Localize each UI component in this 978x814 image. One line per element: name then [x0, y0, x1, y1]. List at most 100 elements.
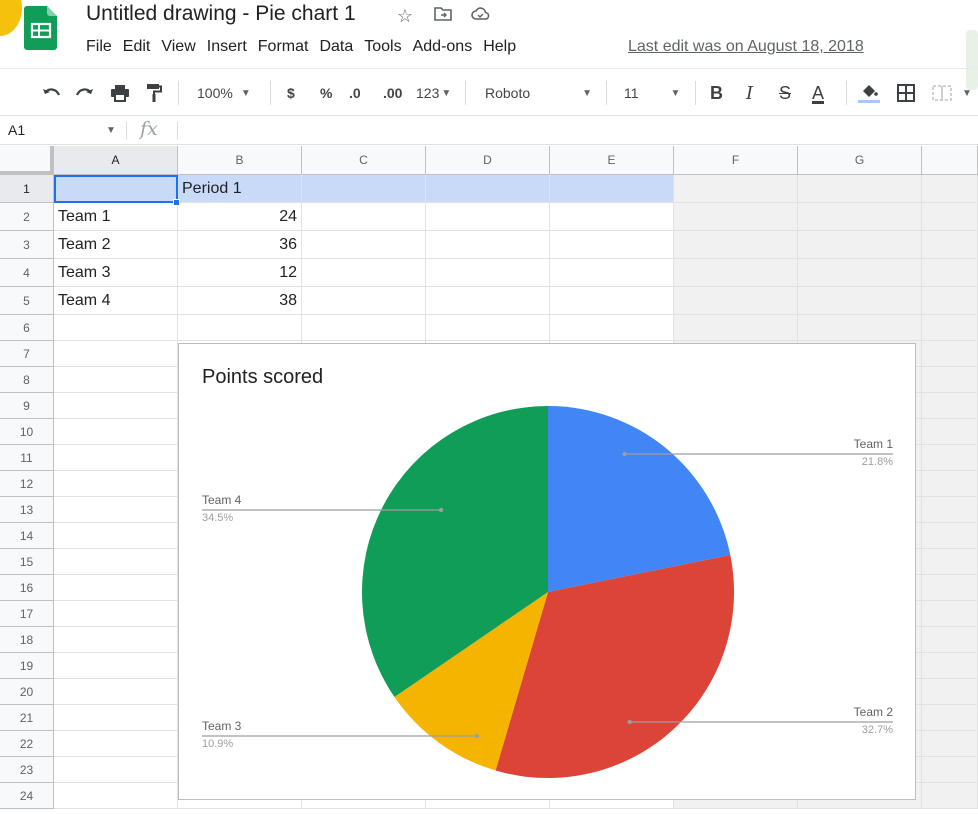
row-header-1[interactable]: 1	[0, 175, 54, 203]
cell-a22[interactable]	[54, 731, 178, 757]
cell-b2[interactable]: 24	[178, 203, 302, 231]
column-header-c[interactable]: C	[302, 146, 426, 175]
name-box[interactable]: A1	[8, 122, 25, 138]
menu-data[interactable]: Data	[319, 38, 360, 56]
cell-a3[interactable]: Team 2	[54, 231, 178, 259]
cell-h7[interactable]	[922, 341, 978, 367]
cell-d4[interactable]	[426, 259, 550, 287]
menu-tools[interactable]: Tools	[364, 38, 408, 56]
pie-chart[interactable]: Points scored Team 1 21.8% Team 2 32.7% Team…	[178, 343, 916, 800]
cell-b3[interactable]: 36	[178, 231, 302, 259]
print-icon[interactable]	[110, 81, 130, 105]
row-header-22[interactable]: 22	[0, 731, 54, 757]
cell-d5[interactable]	[426, 287, 550, 315]
cell-e1[interactable]	[550, 175, 674, 203]
cell-e2[interactable]	[550, 203, 674, 231]
cell-f1[interactable]	[674, 175, 798, 203]
row-header-13[interactable]: 13	[0, 497, 54, 523]
cell-h1[interactable]	[922, 175, 978, 203]
row-header-6[interactable]: 6	[0, 315, 54, 341]
cell-a18[interactable]	[54, 627, 178, 653]
row-header-17[interactable]: 17	[0, 601, 54, 627]
cell-h18[interactable]	[922, 627, 978, 653]
currency-format-button[interactable]: $	[287, 81, 295, 105]
cell-a11[interactable]	[54, 445, 178, 471]
cell-h10[interactable]	[922, 419, 978, 445]
cell-b5[interactable]: 38	[178, 287, 302, 315]
row-header-9[interactable]: 9	[0, 393, 54, 419]
column-header-g[interactable]: G	[798, 146, 922, 175]
cell-h20[interactable]	[922, 679, 978, 705]
row-header-23[interactable]: 23	[0, 757, 54, 783]
cell-a12[interactable]	[54, 471, 178, 497]
more-tools-chevron-icon[interactable]: ▼	[962, 81, 972, 105]
menu-edit[interactable]: Edit	[123, 38, 158, 56]
cell-h15[interactable]	[922, 549, 978, 575]
font-family-select[interactable]: Roboto ▼	[485, 81, 592, 105]
cell-a20[interactable]	[54, 679, 178, 705]
cell-h21[interactable]	[922, 705, 978, 731]
fill-color-icon[interactable]	[858, 81, 880, 105]
row-header-10[interactable]: 10	[0, 419, 54, 445]
cell-h11[interactable]	[922, 445, 978, 471]
chevron-down-icon[interactable]: ▼	[106, 125, 116, 136]
cell-h9[interactable]	[922, 393, 978, 419]
cell-b1[interactable]: Period 1	[178, 175, 302, 203]
row-header-5[interactable]: 5	[0, 287, 54, 315]
column-header-b[interactable]: B	[178, 146, 302, 175]
more-formats-button[interactable]: 123 ▼	[416, 81, 451, 105]
menu-format[interactable]: Format	[258, 38, 316, 56]
column-header-h[interactable]	[922, 146, 978, 175]
redo-icon[interactable]	[74, 81, 94, 105]
cell-a4[interactable]: Team 3	[54, 259, 178, 287]
column-header-e[interactable]: E	[550, 146, 674, 175]
cell-h12[interactable]	[922, 471, 978, 497]
menu-insert[interactable]: Insert	[207, 38, 254, 56]
increase-decimal-button[interactable]: .00	[383, 81, 402, 105]
cell-f2[interactable]	[674, 203, 798, 231]
select-all-corner[interactable]	[0, 146, 54, 175]
document-title[interactable]: Untitled drawing - Pie chart 1	[86, 2, 356, 26]
row-header-3[interactable]: 3	[0, 231, 54, 259]
cell-d3[interactable]	[426, 231, 550, 259]
cell-a15[interactable]	[54, 549, 178, 575]
cell-g4[interactable]	[798, 259, 922, 287]
cell-a21[interactable]	[54, 705, 178, 731]
merge-cells-icon[interactable]	[932, 81, 952, 105]
cell-b4[interactable]: 12	[178, 259, 302, 287]
cell-g1[interactable]	[798, 175, 922, 203]
cell-g6[interactable]	[798, 315, 922, 341]
row-header-12[interactable]: 12	[0, 471, 54, 497]
strikethrough-button[interactable]: S	[779, 81, 791, 105]
font-size-select[interactable]: 11 ▼	[624, 81, 680, 105]
cell-h23[interactable]	[922, 757, 978, 783]
cell-a1[interactable]	[54, 175, 178, 203]
menu-add-ons[interactable]: Add-ons	[413, 38, 480, 56]
cell-h24[interactable]	[922, 783, 978, 809]
menu-help[interactable]: Help	[483, 38, 523, 56]
cell-h4[interactable]	[922, 259, 978, 287]
column-header-d[interactable]: D	[426, 146, 550, 175]
cell-c4[interactable]	[302, 259, 426, 287]
cell-c1[interactable]	[302, 175, 426, 203]
row-header-20[interactable]: 20	[0, 679, 54, 705]
cell-f5[interactable]	[674, 287, 798, 315]
cell-a8[interactable]	[54, 367, 178, 393]
cell-a5[interactable]: Team 4	[54, 287, 178, 315]
cell-g5[interactable]	[798, 287, 922, 315]
cell-e5[interactable]	[550, 287, 674, 315]
star-icon[interactable]: ☆	[395, 6, 415, 27]
cell-h3[interactable]	[922, 231, 978, 259]
cell-h8[interactable]	[922, 367, 978, 393]
menu-file[interactable]: File	[86, 38, 119, 56]
cell-h6[interactable]	[922, 315, 978, 341]
row-header-15[interactable]: 15	[0, 549, 54, 575]
cell-e3[interactable]	[550, 231, 674, 259]
text-color-button[interactable]: A	[812, 81, 824, 105]
cell-a10[interactable]	[54, 419, 178, 445]
cell-f3[interactable]	[674, 231, 798, 259]
cell-f4[interactable]	[674, 259, 798, 287]
row-header-24[interactable]: 24	[0, 783, 54, 809]
cell-a24[interactable]	[54, 783, 178, 809]
italic-button[interactable]: I	[746, 81, 753, 105]
